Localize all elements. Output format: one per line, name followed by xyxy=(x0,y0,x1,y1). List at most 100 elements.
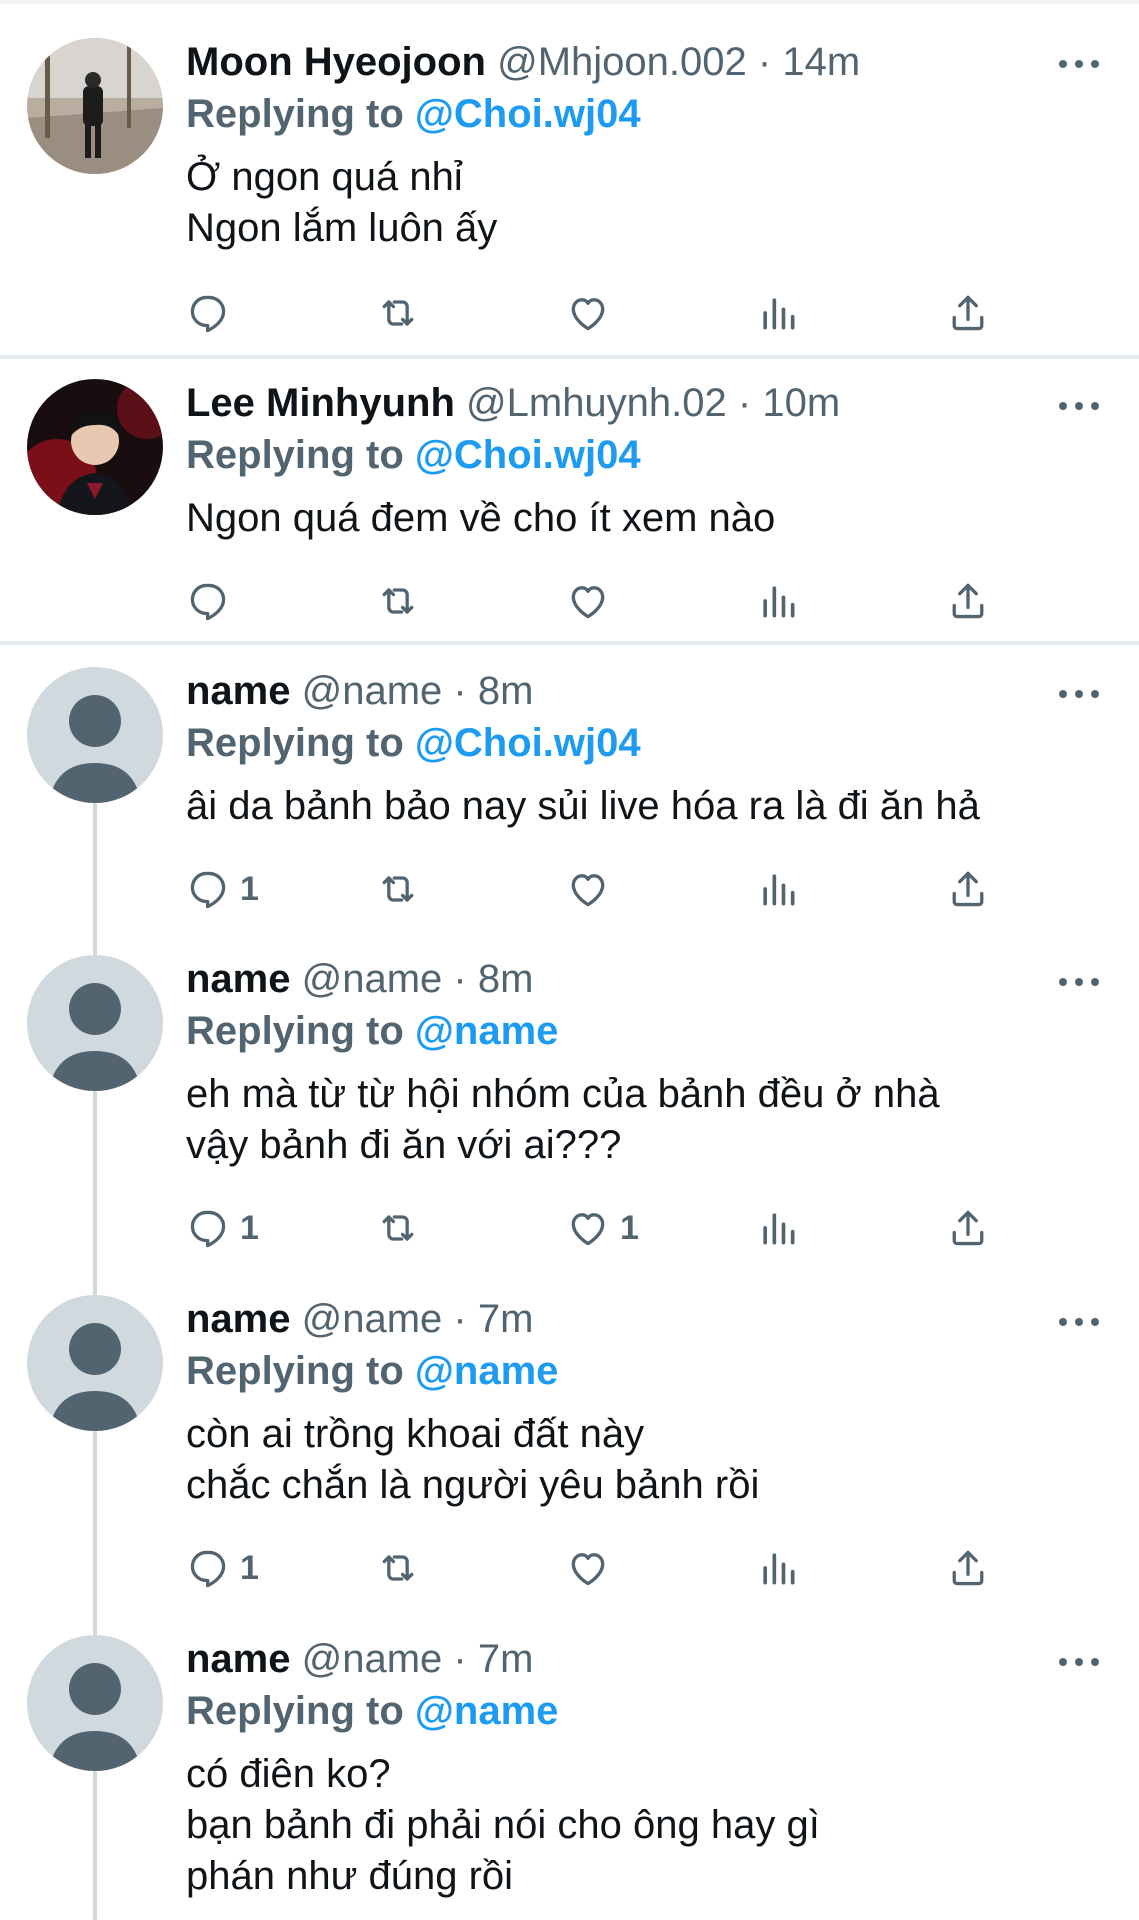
tweet-reply[interactable]: name @name · 8m Replying to @name eh mà … xyxy=(0,935,1139,1273)
retweet-button[interactable] xyxy=(376,576,430,626)
reply-count: 1 xyxy=(240,1548,259,1587)
separator-dot: · xyxy=(453,1297,467,1341)
reply-button[interactable] xyxy=(186,288,240,338)
replying-label: Replying to xyxy=(186,433,404,477)
mention-link[interactable]: @Choi.wj04 xyxy=(415,92,641,136)
retweet-icon xyxy=(376,1546,420,1590)
replying-to: Replying to @Choi.wj04 xyxy=(186,431,1079,479)
tweet-moon-hyeojoon[interactable]: Moon Hyeojoon @Mhjoon.002 · 14m Replying… xyxy=(0,0,1139,355)
tweet-reply[interactable]: name @name · 8m Replying to @Choi.wj04 â… xyxy=(0,645,1139,935)
mention-link[interactable]: @name xyxy=(415,1009,559,1053)
user-handle[interactable]: @name xyxy=(302,1297,443,1341)
like-button[interactable] xyxy=(566,288,620,338)
user-handle[interactable]: @name xyxy=(302,1637,443,1681)
reply-count: 1 xyxy=(240,1208,259,1247)
action-bar xyxy=(186,288,1006,338)
reply-icon xyxy=(186,291,230,335)
default-avatar-icon[interactable] xyxy=(27,1635,163,1771)
display-name[interactable]: name xyxy=(186,1637,291,1681)
views-button[interactable] xyxy=(756,864,800,914)
timestamp[interactable]: 7m xyxy=(478,1637,534,1681)
more-icon[interactable] xyxy=(1059,690,1099,702)
tweet-header: Lee Minhyunh @Lmhuynh.02 · 10m xyxy=(186,379,1079,427)
avatar[interactable] xyxy=(27,379,163,515)
tweet-reply[interactable]: name @name · 7m Replying to @name có điê… xyxy=(0,1613,1139,1920)
reply-icon xyxy=(186,867,230,911)
reply-button[interactable]: 1 xyxy=(186,864,259,914)
share-button[interactable] xyxy=(946,1543,990,1593)
tweet-text: có điên ko? bạn bảnh đi phải nói cho ông… xyxy=(186,1749,1079,1902)
more-icon[interactable] xyxy=(1059,60,1099,72)
replying-label: Replying to xyxy=(186,1349,404,1393)
replying-to: Replying to @name xyxy=(186,1347,1079,1395)
more-icon[interactable] xyxy=(1059,402,1099,414)
display-name[interactable]: name xyxy=(186,957,291,1001)
like-icon xyxy=(566,1546,610,1590)
action-bar xyxy=(186,576,1006,626)
reply-button[interactable]: 1 xyxy=(186,1203,259,1253)
tweet-lee-minhyunh[interactable]: Lee Minhyunh @Lmhuynh.02 · 10m Replying … xyxy=(0,359,1139,641)
separator-dot: · xyxy=(757,40,772,84)
share-icon xyxy=(946,1206,990,1250)
separator-dot: · xyxy=(453,957,467,1001)
user-handle[interactable]: @Mhjoon.002 xyxy=(497,40,747,84)
avatar[interactable] xyxy=(27,38,163,174)
default-avatar-icon[interactable] xyxy=(27,1295,163,1431)
share-button[interactable] xyxy=(946,1203,990,1253)
views-button[interactable] xyxy=(756,288,800,338)
more-icon[interactable] xyxy=(1059,978,1099,990)
default-avatar-icon[interactable] xyxy=(27,667,163,803)
like-icon xyxy=(566,579,610,623)
display-name[interactable]: name xyxy=(186,1297,291,1341)
reply-button[interactable] xyxy=(186,576,240,626)
thread-connector xyxy=(93,1771,97,1920)
like-button[interactable] xyxy=(566,1543,620,1593)
like-button[interactable] xyxy=(566,864,620,914)
replying-label: Replying to xyxy=(186,1009,404,1053)
like-button[interactable] xyxy=(566,576,620,626)
more-icon[interactable] xyxy=(1059,1318,1099,1330)
mention-link[interactable]: @Choi.wj04 xyxy=(415,721,641,765)
timestamp[interactable]: 7m xyxy=(478,1297,534,1341)
timestamp[interactable]: 10m xyxy=(762,381,840,425)
mention-link[interactable]: @name xyxy=(415,1349,559,1393)
retweet-button[interactable] xyxy=(376,864,430,914)
tweet-header: name @name · 8m xyxy=(186,667,1079,715)
timestamp[interactable]: 14m xyxy=(782,40,860,84)
user-handle[interactable]: @name xyxy=(302,669,443,713)
display-name[interactable]: name xyxy=(186,669,291,713)
action-bar: 11 xyxy=(186,1203,1006,1253)
share-button[interactable] xyxy=(946,288,990,338)
display-name[interactable]: Moon Hyeojoon xyxy=(186,40,486,84)
mention-link[interactable]: @Choi.wj04 xyxy=(415,433,641,477)
views-button[interactable] xyxy=(756,1203,800,1253)
reply-button[interactable]: 1 xyxy=(186,1543,259,1593)
tweet-header: name @name · 7m xyxy=(186,1635,1079,1683)
views-icon xyxy=(756,579,800,623)
default-avatar-icon[interactable] xyxy=(27,955,163,1091)
share-button[interactable] xyxy=(946,576,990,626)
views-button[interactable] xyxy=(756,576,800,626)
share-icon xyxy=(946,867,990,911)
share-icon xyxy=(946,579,990,623)
retweet-button[interactable] xyxy=(376,1203,430,1253)
retweet-button[interactable] xyxy=(376,288,430,338)
tweet-text: còn ai trồng khoai đất này chắc chắn là … xyxy=(186,1409,1079,1511)
mention-link[interactable]: @name xyxy=(415,1689,559,1733)
share-button[interactable] xyxy=(946,864,990,914)
user-handle[interactable]: @name xyxy=(302,957,443,1001)
more-icon[interactable] xyxy=(1059,1658,1099,1670)
tweet-line: Ở ngon quá nhỉ xyxy=(186,155,463,199)
tweet-line: vậy bảnh đi ăn với ai??? xyxy=(186,1123,622,1167)
retweet-icon xyxy=(376,291,420,335)
like-button[interactable]: 1 xyxy=(566,1203,639,1253)
tweet-line: Ngon lắm luôn ấy xyxy=(186,206,498,250)
retweet-button[interactable] xyxy=(376,1543,430,1593)
views-button[interactable] xyxy=(756,1543,800,1593)
tweet-reply[interactable]: name @name · 7m Replying to @name còn ai… xyxy=(0,1273,1139,1613)
display-name[interactable]: Lee Minhyunh xyxy=(186,381,455,425)
timestamp[interactable]: 8m xyxy=(478,669,534,713)
timestamp[interactable]: 8m xyxy=(478,957,534,1001)
share-icon xyxy=(946,291,990,335)
user-handle[interactable]: @Lmhuynh.02 xyxy=(466,381,727,425)
